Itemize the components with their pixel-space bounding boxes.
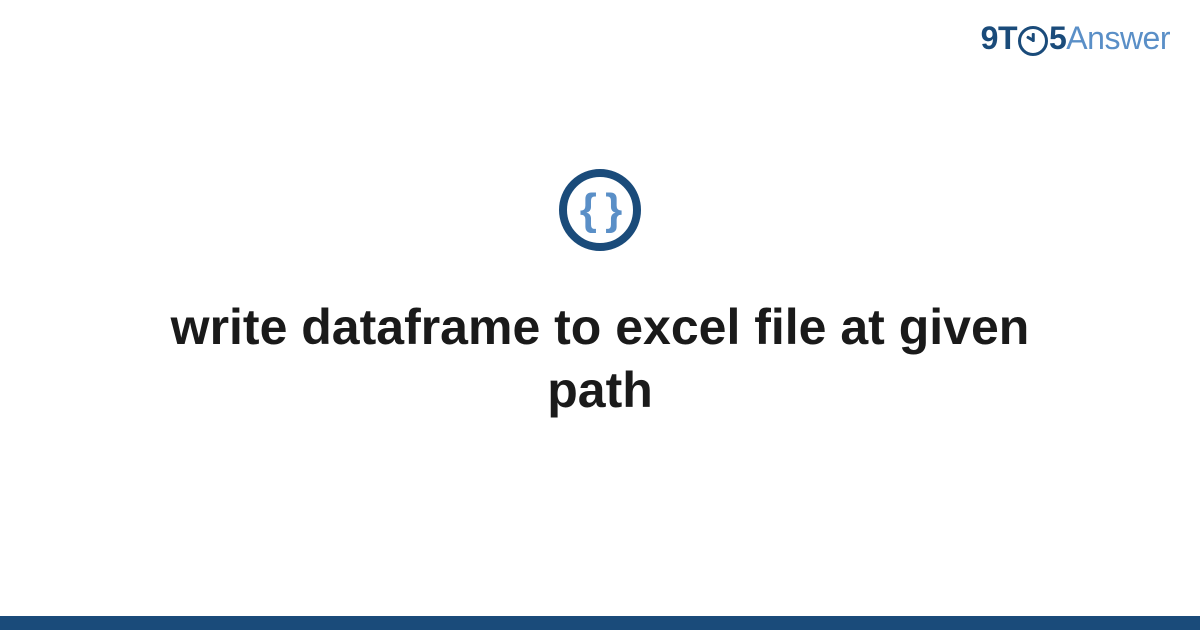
footer-accent-bar [0, 616, 1200, 630]
main-content: { } write dataframe to excel file at giv… [0, 0, 1200, 630]
code-braces-icon: { } [559, 169, 641, 251]
page-title: write dataframe to excel file at given p… [150, 296, 1050, 421]
braces-glyph: { } [580, 188, 620, 232]
